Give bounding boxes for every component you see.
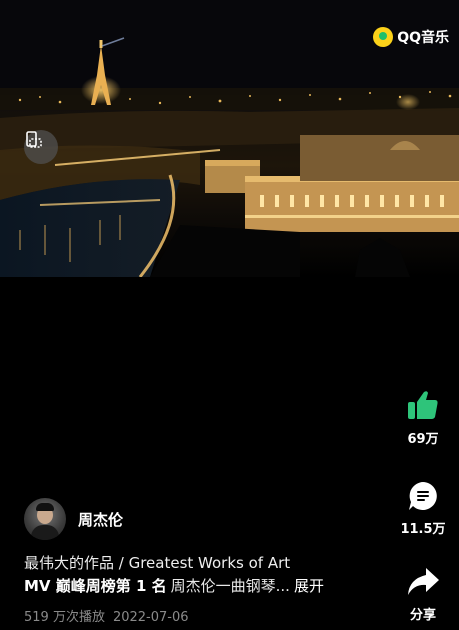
video-meta: 519 万次播放 2022-07-06 <box>24 606 189 625</box>
description-text: 周杰伦一曲钢琴... <box>170 577 290 595</box>
share-button[interactable]: 分享 <box>401 566 445 623</box>
share-icon <box>408 568 439 595</box>
author-info[interactable]: 周杰伦 <box>24 498 123 540</box>
brand-name: QQ音乐 <box>397 30 449 46</box>
screen-rotate-icon <box>26 131 42 148</box>
author-name[interactable]: 周杰伦 <box>78 509 123 530</box>
comment-button[interactable]: 11.5万 <box>400 480 446 537</box>
comment-count: 11.5万 <box>400 522 446 537</box>
play-count: 519 万次播放 <box>24 610 105 625</box>
like-button[interactable]: 69万 <box>401 388 445 447</box>
video-title: 最伟大的作品 / Greatest Works of Art <box>24 554 291 572</box>
video-description[interactable]: MV 巅峰周榜第 1 名周杰伦一曲钢琴... 展开 <box>24 575 324 596</box>
avatar[interactable] <box>24 498 66 540</box>
qq-music-watermark: QQ音乐 <box>373 27 449 47</box>
chart-rank-tag[interactable]: MV 巅峰周榜第 1 名 <box>24 577 167 595</box>
thumbs-up-icon <box>408 391 438 419</box>
like-count: 69万 <box>407 432 439 447</box>
video-player[interactable]: QQ音乐 <box>0 0 459 277</box>
publish-date: 2022-07-06 <box>112 610 189 625</box>
comment-icon <box>409 482 437 510</box>
qq-music-logo-icon <box>373 27 394 47</box>
screen-rotate-button[interactable] <box>24 130 58 164</box>
share-label: 分享 <box>409 608 436 623</box>
expand-link[interactable]: 展开 <box>294 577 324 595</box>
